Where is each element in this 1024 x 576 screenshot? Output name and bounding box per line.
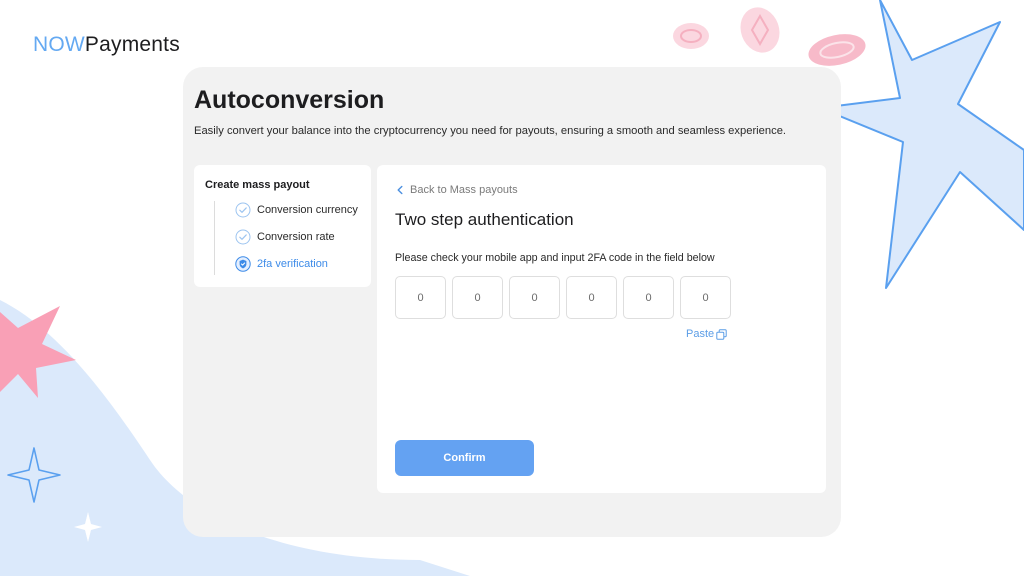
back-link-label: Back to Mass payouts: [410, 184, 518, 196]
shield-icon: [235, 256, 251, 272]
code-digit-input[interactable]: 0: [395, 276, 446, 319]
page-subtitle: Easily convert your balance into the cry…: [194, 125, 787, 137]
code-digit-input[interactable]: 0: [452, 276, 503, 319]
paste-label: Paste: [686, 328, 715, 340]
chevron-left-icon: [397, 185, 403, 195]
steps-title: Create mass payout: [205, 179, 310, 191]
two-step-auth-panel: Back to Mass payouts Two step authentica…: [377, 165, 826, 493]
autoconversion-card: Autoconversion Easily convert your balan…: [183, 67, 841, 537]
confirm-button[interactable]: Confirm: [395, 440, 534, 476]
coin-decoration-3: [808, 34, 866, 66]
coin-decoration-2: [740, 7, 780, 53]
steps-divider-line: [214, 201, 215, 275]
step-label: Conversion currency: [257, 204, 358, 216]
code-digit-input[interactable]: 0: [623, 276, 674, 319]
step-conversion-rate[interactable]: Conversion rate: [235, 229, 335, 245]
step-label: 2fa verification: [257, 258, 328, 270]
check-circle-icon: [235, 229, 251, 245]
code-digit-input[interactable]: 0: [680, 276, 731, 319]
paste-button[interactable]: Paste: [686, 328, 727, 340]
code-digit-input[interactable]: 0: [566, 276, 617, 319]
code-digit-input[interactable]: 0: [509, 276, 560, 319]
steps-panel: Create mass payout Conversion currency C…: [194, 165, 371, 287]
check-circle-icon: [235, 202, 251, 218]
step-label: Conversion rate: [257, 231, 335, 243]
nowpayments-logo[interactable]: NOWPayments: [33, 33, 180, 57]
2fa-code-input-group: 0 0 0 0 0 0: [395, 276, 731, 319]
auth-title: Two step authentication: [395, 210, 574, 229]
step-2fa-verification[interactable]: 2fa verification: [235, 256, 328, 272]
copy-icon: [716, 328, 727, 340]
back-to-mass-payouts-link[interactable]: Back to Mass payouts: [395, 184, 518, 196]
auth-instructions: Please check your mobile app and input 2…: [395, 252, 715, 264]
coin-decoration-1: [673, 23, 709, 49]
logo-payments-text: Payments: [84, 33, 180, 56]
logo-now-text: NOW: [33, 33, 85, 56]
step-conversion-currency[interactable]: Conversion currency: [235, 202, 358, 218]
page-title: Autoconversion: [194, 86, 385, 114]
